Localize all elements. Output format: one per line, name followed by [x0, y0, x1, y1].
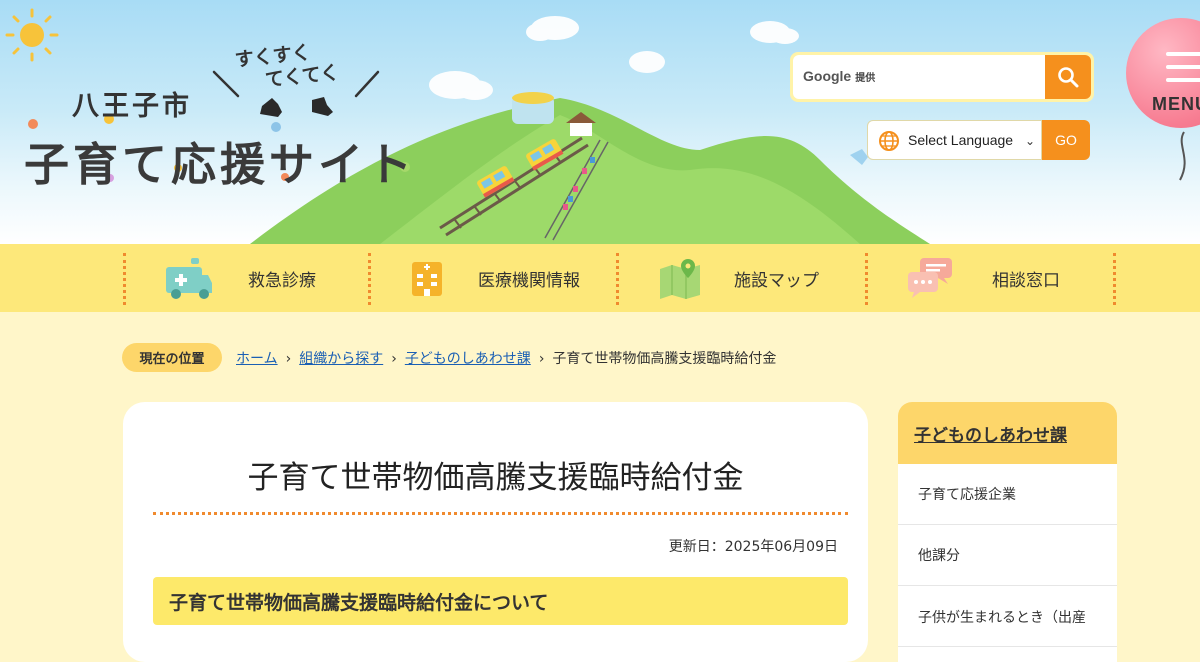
breadcrumb-separator-icon: › — [285, 351, 292, 367]
breadcrumb-badge: 現在の位置 — [122, 343, 222, 372]
updated-date: 更新日：2025年06月09日 — [668, 539, 838, 555]
title-divider — [153, 512, 848, 515]
chat-icon — [908, 258, 952, 298]
site-header: 八王子市 すくすく てくてく 子育て応援サイト Google 提供 Select… — [0, 0, 1200, 244]
breadcrumb-link-home[interactable]: ホーム — [236, 351, 278, 367]
nav-label-medical-info: 医療機関情報 — [478, 270, 580, 291]
page-title: 子育て世帯物価高騰支援臨時給付金 — [247, 460, 744, 496]
nav-divider — [368, 253, 371, 305]
breadcrumb-link-by-organization[interactable]: 組織から探す — [299, 351, 383, 367]
nav-label-facility-map: 施設マップ — [734, 270, 819, 291]
chevron-down-icon: ⌄ — [1024, 134, 1035, 148]
sidebar-heading: 子どものしあわせ課 — [898, 402, 1117, 464]
sidebar-item-when-child-born[interactable]: 子供が生まれるとき（出産 — [898, 586, 1117, 647]
main-content: 子育て世帯物価高騰支援臨時給付金 更新日：2025年06月09日 子育て世帯物価… — [123, 402, 868, 662]
sidebar-item-support-companies[interactable]: 子育て応援企業 — [898, 464, 1117, 525]
cloud-icons — [429, 16, 799, 100]
logo-city-name[interactable]: 八王子市 — [72, 84, 192, 123]
breadcrumb-current: 子育て世帯物価高騰支援臨時給付金 — [552, 351, 777, 367]
ambulance-icon — [166, 258, 212, 299]
nav-divider — [616, 253, 619, 305]
site-search: Google 提供 — [790, 52, 1094, 102]
search-input[interactable] — [793, 55, 1045, 99]
search-icon — [1058, 67, 1079, 88]
nav-item-emergency[interactable]: 救急診療 — [164, 244, 316, 312]
hamburger-icon — [1166, 52, 1200, 91]
shoes-icon — [260, 97, 333, 117]
site-title-logo[interactable]: 子育て応援サイト — [24, 128, 416, 193]
global-nav: 救急診療 医療機関情報 施設マップ 相談窓口 — [0, 244, 1200, 312]
sidebar-heading-link[interactable]: 子どものしあわせ課 — [914, 421, 1067, 446]
nav-item-medical-info[interactable]: 医療機関情報 — [410, 244, 580, 312]
nav-item-facility-map[interactable]: 施設マップ — [658, 244, 819, 312]
sidebar: 子どものしあわせ課 子育て応援企業 他課分 子供が生まれるとき（出産 — [898, 402, 1117, 662]
language-select[interactable]: Select Language ⌄ — [867, 120, 1042, 160]
nav-divider — [865, 253, 868, 305]
language-go-button[interactable]: GO — [1042, 120, 1090, 160]
breadcrumb-link-department[interactable]: 子どものしあわせ課 — [405, 351, 531, 367]
nav-label-emergency: 救急診療 — [248, 270, 316, 291]
globe-icon — [879, 131, 899, 151]
search-field-wrapper: Google 提供 — [793, 55, 1091, 99]
hospital-icon — [412, 262, 442, 296]
sun-icon — [5, 8, 59, 62]
breadcrumb-separator-icon: › — [391, 351, 397, 367]
section-heading: 子育て世帯物価高騰支援臨時給付金について — [153, 577, 848, 625]
language-selected-value: Select Language — [908, 132, 1014, 148]
menu-label: MENU — [1152, 94, 1200, 114]
breadcrumb: ホーム › 組織から探す › 子どものしあわせ課 › 子育て世帯物価高騰支援臨時給付金 — [236, 348, 776, 368]
nav-divider — [123, 253, 126, 305]
search-button[interactable] — [1045, 55, 1091, 99]
nav-item-consultation[interactable]: 相談窓口 — [906, 244, 1060, 312]
map-icon — [660, 259, 700, 299]
nav-divider — [1113, 253, 1116, 305]
sidebar-item-other-departments[interactable]: 他課分 — [898, 525, 1117, 586]
breadcrumb-separator-icon: › — [538, 351, 545, 367]
nav-label-consultation: 相談窓口 — [992, 270, 1060, 291]
